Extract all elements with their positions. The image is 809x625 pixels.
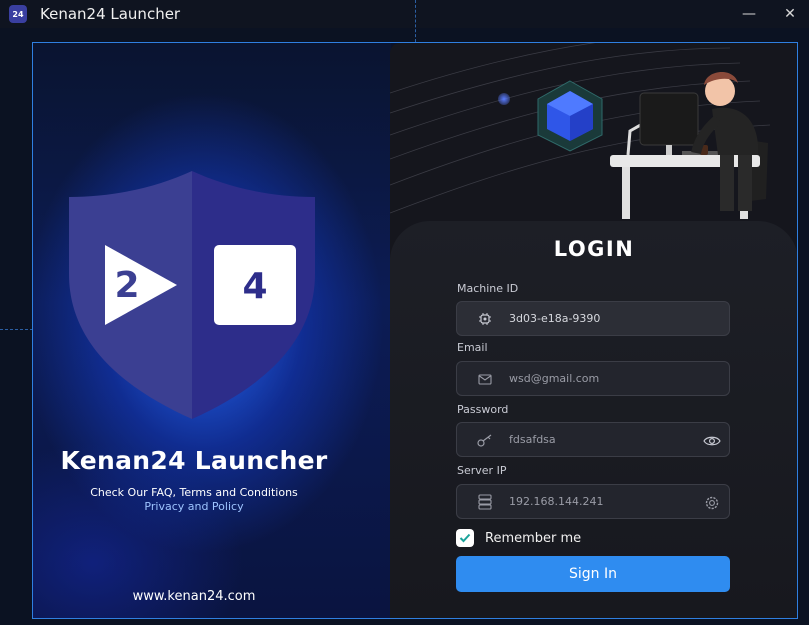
window-title: Kenan24 Launcher (40, 5, 181, 23)
guide-line-vertical (415, 0, 416, 42)
brand-panel: 2 4 Kenan24 Launcher Check Our FAQ, Term… (33, 43, 391, 618)
login-panel: LOGIN Machine ID 3d03-e18a-9390 Email ws… (390, 43, 797, 618)
website-link[interactable]: www.kenan24.com (33, 589, 355, 604)
glow-dot (498, 93, 510, 105)
email-field[interactable]: wsd@gmail.com (456, 361, 730, 396)
machine-id-label: Machine ID (457, 282, 519, 295)
shield-logo: 2 4 (69, 171, 315, 419)
password-input[interactable]: fdsafdsa (509, 433, 556, 446)
eye-icon[interactable] (703, 432, 721, 450)
gear-icon[interactable] (703, 494, 721, 512)
launcher-frame: 2 4 Kenan24 Launcher Check Our FAQ, Term… (32, 42, 798, 619)
remember-me-checkbox[interactable] (456, 529, 474, 547)
app-icon: 24 (9, 5, 27, 23)
password-field[interactable]: fdsafdsa (456, 422, 730, 457)
shield-digit-left: 2 (114, 265, 139, 306)
password-label: Password (457, 403, 509, 416)
brand-title: Kenan24 Launcher (60, 446, 328, 475)
server-ip-field[interactable]: 192.168.144.241 (456, 484, 730, 519)
machine-id-value: 3d03-e18a-9390 (509, 312, 601, 325)
email-label: Email (457, 341, 488, 354)
sign-in-button[interactable]: Sign In (456, 556, 730, 592)
cube-icon (537, 80, 603, 152)
email-input[interactable]: wsd@gmail.com (509, 372, 599, 385)
shield-digit-right: 4 (242, 266, 267, 307)
developer-illustration (610, 71, 768, 219)
remember-me[interactable]: Remember me (456, 529, 581, 547)
machine-id-field[interactable]: 3d03-e18a-9390 (456, 301, 730, 336)
check-icon (459, 533, 471, 543)
minimize-button[interactable]: — (727, 0, 771, 28)
login-title: LOGIN (553, 237, 635, 261)
mail-icon (477, 371, 493, 387)
close-button[interactable]: ✕ (768, 0, 809, 28)
server-icon (477, 493, 493, 510)
server-ip-input[interactable]: 192.168.144.241 (509, 495, 603, 508)
privacy-policy-link[interactable]: Privacy and Policy (33, 499, 355, 514)
title-bar: 24 Kenan24 Launcher — ✕ (0, 0, 809, 28)
faq-terms-link[interactable]: Check Our FAQ, Terms and Conditions (33, 485, 355, 500)
chip-icon (477, 311, 493, 327)
key-icon (477, 432, 493, 448)
guide-line-horizontal (0, 329, 33, 330)
server-ip-label: Server IP (457, 464, 507, 477)
remember-me-label: Remember me (485, 530, 582, 546)
